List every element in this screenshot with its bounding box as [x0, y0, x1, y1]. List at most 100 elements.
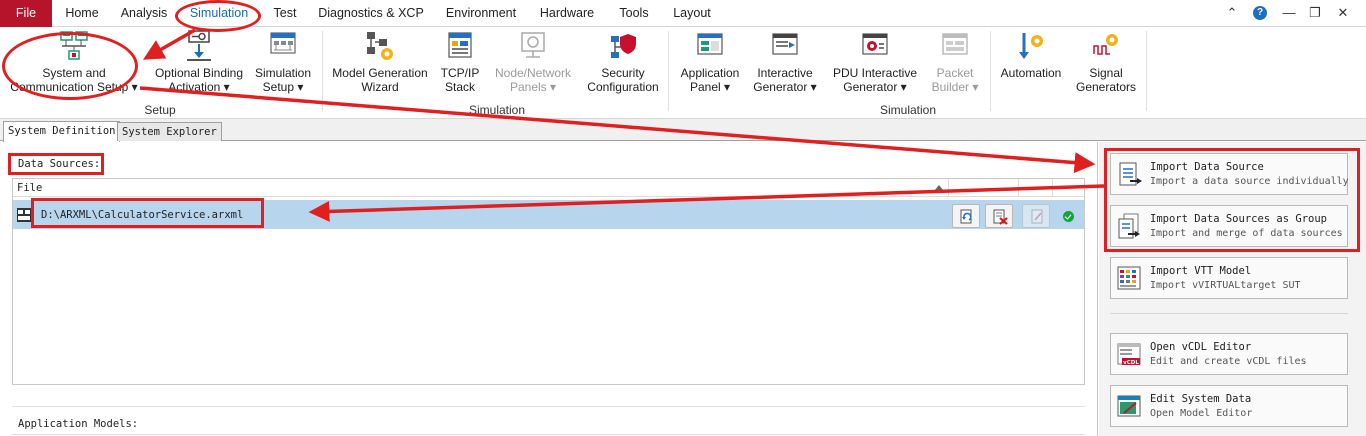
node-network-panels-button[interactable]: Node/Network Panels ▾: [490, 30, 576, 94]
optional-binding-activation-button[interactable]: Optional Binding Activation ▾: [152, 30, 246, 94]
wizard-icon: [367, 32, 393, 60]
import-vtt-subtitle: Import vVIRTUALtarget SUT: [1150, 280, 1301, 291]
tab-diagnostics-xcp[interactable]: Diagnostics & XCP: [314, 0, 428, 27]
tab-test[interactable]: Test: [265, 0, 305, 27]
simulation-setup-label-1: Simulation: [254, 66, 312, 80]
column-header: [1019, 179, 1053, 197]
app-panel-label-2: Panel ▾: [689, 80, 731, 94]
minimize-button[interactable]: —: [1279, 4, 1299, 22]
edit-file-icon: [1031, 209, 1043, 224]
sort-ascending-icon: [934, 185, 944, 191]
tab-analysis[interactable]: Analysis: [114, 0, 174, 27]
signal-generator-icon: [1093, 34, 1118, 55]
signal-gen-label-2: Generators: [1075, 80, 1137, 94]
system-definition-panel: Data Sources: File D:\ARXML\CalculatorSe…: [0, 142, 1098, 436]
interactive-generator-button[interactable]: Interactive Generator ▾: [750, 30, 820, 94]
application-panel-icon: [697, 33, 723, 55]
annotation-circle-simulation-tab: [175, 0, 261, 32]
model-editor-icon: [1117, 395, 1141, 417]
divider: [1110, 313, 1348, 314]
signal-generators-button[interactable]: Signal Generators: [1072, 30, 1140, 94]
vcdl-subtitle: Edit and create vCDL files: [1150, 356, 1307, 367]
open-vcdl-editor-button[interactable]: vCDL Open vCDL Editor Edit and create vC…: [1110, 333, 1348, 375]
optional-binding-label-1: Optional Binding: [154, 66, 244, 80]
application-models-label: Application Models:: [18, 418, 139, 430]
tab-home[interactable]: Home: [58, 0, 106, 27]
arxml-file-icon: [17, 208, 31, 222]
model-generation-wizard-button[interactable]: Model Generation Wizard: [330, 30, 430, 94]
remove-file-icon: [993, 209, 1008, 225]
simulation-setup-label-2: Setup ▾: [262, 80, 304, 94]
interactive-generator-icon: [772, 33, 798, 55]
tcpip-stack-button[interactable]: TCP/IP Stack: [436, 30, 484, 94]
automation-icon: [1019, 33, 1043, 59]
packet-builder-label-1: Packet: [936, 66, 974, 80]
reload-button[interactable]: [952, 204, 980, 228]
tab-environment[interactable]: Environment: [438, 0, 524, 27]
help-icon[interactable]: ?: [1253, 6, 1267, 20]
import-vtt-model-button[interactable]: Import VTT Model Import vVIRTUALtarget S…: [1110, 257, 1348, 299]
annotation-circle-system-setup: [2, 32, 138, 100]
automation-button[interactable]: Automation: [996, 30, 1066, 80]
table-header: File: [13, 179, 1084, 197]
remove-button[interactable]: [985, 204, 1013, 228]
signal-gen-label-1: Signal: [1089, 66, 1123, 80]
tab-hardware[interactable]: Hardware: [532, 0, 602, 27]
pdu-interactive-generator-button[interactable]: PDU Interactive Generator ▾: [828, 30, 922, 94]
interactive-gen-label-1: Interactive: [757, 66, 813, 80]
group-separator: [668, 31, 669, 111]
tab-system-definition[interactable]: System Definition: [3, 121, 121, 142]
model-gen-label-1: Model Generation: [332, 66, 428, 80]
panels-icon: [521, 32, 545, 58]
pdu-generator-icon: [862, 33, 888, 55]
svg-text:vCDL: vCDL: [1123, 360, 1139, 366]
tcpip-stack-icon: [448, 32, 472, 58]
edit-system-data-button[interactable]: Edit System Data Open Model Editor: [1110, 385, 1348, 427]
tab-layout[interactable]: Layout: [664, 0, 720, 27]
divider: [12, 406, 1085, 407]
application-panel-button[interactable]: Application Panel ▾: [676, 30, 744, 94]
automation-label: Automation: [1000, 66, 1062, 80]
edit-system-subtitle: Open Model Editor: [1150, 408, 1253, 419]
vcdl-editor-icon: vCDL: [1117, 343, 1141, 366]
group-label-setup: Setup: [144, 103, 176, 117]
annotation-box-data-sources: [8, 153, 104, 175]
reload-icon: [960, 209, 972, 224]
interactive-gen-label-2: Generator ▾: [753, 80, 817, 94]
vcdl-title: Open vCDL Editor: [1150, 341, 1252, 353]
tab-system-explorer[interactable]: System Explorer: [117, 122, 222, 141]
status-ok-icon: [1063, 211, 1074, 222]
security-configuration-button[interactable]: Security Configuration: [584, 30, 662, 94]
packet-builder-button[interactable]: Packet Builder ▾: [926, 30, 984, 94]
annotation-box-import-buttons: [1104, 148, 1360, 252]
tab-tools[interactable]: Tools: [611, 0, 657, 27]
divider: [12, 434, 1085, 435]
group-label-simulation: Simulation: [468, 103, 526, 117]
edit-button[interactable]: [1022, 204, 1050, 228]
node-panels-label-1: Node/Network: [494, 66, 572, 80]
simulation-setup-icon: [270, 32, 296, 54]
binding-icon: [187, 30, 211, 61]
document-tabs: System Definition System Explorer: [0, 119, 1366, 142]
collapse-ribbon-icon[interactable]: ⌃: [1222, 4, 1242, 22]
vtt-model-icon: [1117, 266, 1141, 290]
restore-button[interactable]: ❐: [1305, 4, 1325, 22]
tab-file[interactable]: File: [0, 0, 52, 27]
annotation-box-file-path: [31, 198, 264, 228]
column-header-file[interactable]: File: [13, 179, 949, 197]
simulation-setup-button[interactable]: Simulation Setup ▾: [252, 30, 314, 94]
node-panels-label-2: Panels ▾: [509, 80, 557, 94]
tcpip-label-2: Stack: [444, 80, 475, 94]
column-header: [949, 179, 1019, 197]
packet-builder-label-2: Builder ▾: [931, 80, 979, 94]
packet-builder-icon: [942, 33, 968, 55]
edit-system-title: Edit System Data: [1150, 393, 1252, 405]
pdu-gen-label-1: PDU Interactive: [832, 66, 918, 80]
close-button[interactable]: ✕: [1333, 4, 1353, 22]
group-separator: [322, 31, 323, 111]
optional-binding-label-2: Activation ▾: [168, 80, 230, 94]
import-vtt-title: Import VTT Model: [1150, 265, 1252, 277]
tcpip-label-1: TCP/IP: [440, 66, 480, 80]
ribbon: System and Communication Setup ▾ Optiona…: [0, 27, 1366, 119]
security-label-2: Configuration: [587, 80, 659, 94]
